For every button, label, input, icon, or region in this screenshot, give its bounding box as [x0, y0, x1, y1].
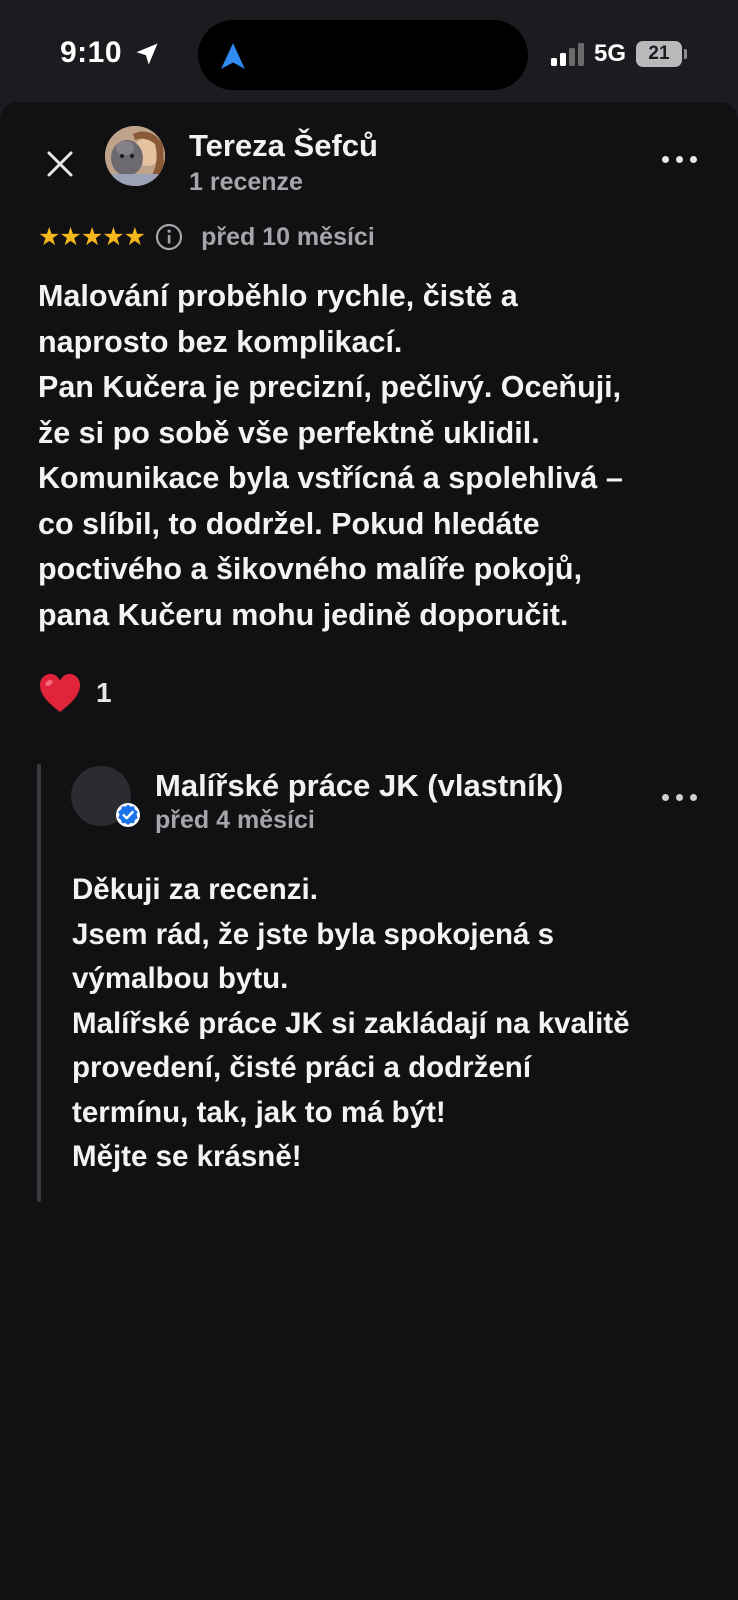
reply-text-line: provedení, čisté práci a dodržení [72, 1051, 532, 1084]
review-text-line: Komunikace byla vstřícná a spolehlivá – [38, 461, 623, 495]
status-time: 9:10 [60, 36, 123, 69]
battery-icon: 21 [636, 41, 682, 67]
review-sheet: Tereza Šefců 1 recenze ★★★★★ před 10 měs… [0, 102, 738, 1600]
review-text-line: Malování proběhlo rychle, čistě a [38, 279, 518, 313]
review-date: před 10 měsíci [201, 222, 375, 251]
reaction-count: 1 [96, 677, 112, 708]
cellular-signal-icon [551, 42, 587, 66]
battery-tip [684, 49, 687, 59]
review-text-line: Pan Kučera je precizní, pečlivý. Oceňuji… [38, 370, 622, 404]
review-text-line: naprosto bez komplikací. [38, 324, 403, 359]
navigation-arrow-icon [221, 43, 245, 69]
location-arrow-icon [136, 43, 158, 65]
review-text-line: co slíbil, to dodržel. Pokud hledáte [38, 506, 540, 541]
reply-text-line: Jsem rád, že jste byla spokojená s [72, 917, 555, 951]
reply-text-line: výmalbou bytu. [72, 962, 289, 995]
reply-more-options-icon[interactable] [660, 786, 700, 806]
review-text-line: poctivého a šikovného malíře pokojů, [38, 552, 583, 586]
reply-text-line: termínu, tak, jak to má být! [72, 1095, 446, 1129]
close-icon[interactable] [42, 146, 78, 182]
reviewer-avatar[interactable] [105, 126, 165, 186]
network-type: 5G [594, 40, 627, 67]
reaction-button[interactable]: 1 [38, 668, 112, 718]
review-text: Malování proběhlo rychle, čistě a napros… [38, 274, 718, 638]
reviewer-review-count: 1 recenze [189, 168, 303, 196]
verified-badge-icon [116, 803, 140, 827]
dynamic-island [198, 20, 528, 90]
rating-row: ★★★★★ před 10 měsíci [38, 220, 375, 254]
star-rating: ★★★★★ [38, 223, 146, 251]
owner-name[interactable]: Malířské práce JK (vlastník) [155, 768, 563, 804]
reply-text-line: Malířské práce JK si zakládají na kvalit… [72, 1006, 630, 1040]
info-icon[interactable] [155, 223, 183, 251]
reply-divider [37, 764, 41, 1202]
review-text-line: že si po sobě vše perfektně uklidil. [38, 415, 540, 450]
owner-reply-text: Děkuji za recenzi. Jsem rád, že jste byl… [72, 868, 712, 1180]
status-bar: 9:10 5G 21 [0, 0, 738, 102]
reply-text-line: Děkuji za recenzi. [72, 873, 318, 906]
owner-reply-date: před 4 měsíci [155, 806, 315, 834]
review-text-line: pana Kučeru mohu jedině doporučit. [38, 597, 569, 632]
more-options-icon[interactable] [660, 148, 700, 168]
reviewer-name[interactable]: Tereza Šefců [189, 128, 378, 164]
heart-icon [40, 674, 80, 712]
reply-text-line: Mějte se krásně! [72, 1140, 302, 1173]
reviewer-photo [105, 126, 165, 186]
